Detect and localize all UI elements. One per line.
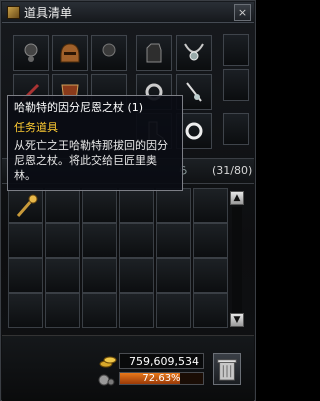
helmet-icon: [60, 43, 80, 63]
equip-slot-necklace[interactable]: [176, 35, 212, 71]
equip-slot-helmet[interactable]: [52, 35, 88, 71]
inventory-slot[interactable]: [193, 223, 228, 258]
inventory-slot[interactable]: [8, 223, 43, 258]
trash-button[interactable]: [213, 353, 241, 385]
inventory-slot[interactable]: [193, 188, 228, 223]
side-slot-3[interactable]: [223, 113, 249, 145]
inventory-slot[interactable]: [45, 188, 80, 223]
inventory-grid: [8, 188, 228, 328]
inventory-slot[interactable]: [119, 188, 154, 223]
equip-slot-earring[interactable]: [13, 35, 49, 71]
item-tooltip: 哈勒特的因分尼恩之杖 (1) 任务道具 从死亡之王哈勒特那拔回的因分尼恩之杖。将…: [7, 95, 183, 191]
inventory-slot[interactable]: [156, 223, 191, 258]
inventory-slot[interactable]: [82, 258, 117, 293]
inventory-slot[interactable]: [156, 293, 191, 328]
inventory-slot[interactable]: [8, 258, 43, 293]
inventory-slot[interactable]: [119, 223, 154, 258]
inventory-slot[interactable]: [119, 293, 154, 328]
necklace-icon: [184, 43, 204, 61]
staff-icon: [16, 194, 38, 217]
inventory-slot[interactable]: [193, 293, 228, 328]
adena-display: 759,609,534: [119, 353, 204, 369]
inventory-slot[interactable]: [45, 293, 80, 328]
equip-slot-earring-2[interactable]: [91, 35, 127, 71]
earring-icon: [24, 43, 38, 62]
inventory-slot[interactable]: [82, 188, 117, 223]
adena-value: 759,609,534: [129, 355, 199, 368]
tooltip-description: 从死亡之王哈勒特那拔回的因分尼恩之杖。将此交给巨匠里奥林。: [14, 139, 168, 182]
side-slot-1[interactable]: [223, 34, 249, 66]
scrollbar-track[interactable]: [232, 207, 242, 313]
title-bar[interactable]: 道具清单 ×: [2, 2, 254, 23]
inventory-slot[interactable]: [156, 188, 191, 223]
inventory-slot[interactable]: [156, 258, 191, 293]
inventory-count: (31/80): [212, 164, 253, 177]
scroll-down-button[interactable]: ▼: [230, 313, 244, 327]
tooltip-item-name: 哈勒特的因分尼恩之杖 (1): [14, 101, 144, 114]
inventory-icon: [7, 6, 20, 19]
trash-icon: [217, 359, 237, 381]
gloves-icon: [146, 43, 162, 63]
inventory-slot[interactable]: [82, 293, 117, 328]
inventory-slot[interactable]: [8, 188, 43, 223]
inventory-window: 道具清单 × ら (31/80) ▲ ▼ 759,609,534 72.63% …: [0, 0, 256, 401]
equip-slot-gloves[interactable]: [136, 35, 172, 71]
side-slot-2[interactable]: [223, 69, 249, 101]
weight-bar: 72.63%: [119, 372, 204, 385]
inventory-slot[interactable]: [119, 258, 154, 293]
inventory-slot[interactable]: [8, 293, 43, 328]
inventory-slot[interactable]: [45, 258, 80, 293]
tooltip-item-type: 任务道具: [14, 121, 58, 134]
window-title: 道具清单: [24, 6, 73, 20]
inventory-slot[interactable]: [193, 258, 228, 293]
chain-icon: [186, 82, 202, 102]
earring-icon-2: [102, 43, 116, 57]
adena-coin-icon: [99, 356, 117, 368]
scroll-up-button[interactable]: ▲: [230, 191, 244, 205]
inventory-slot[interactable]: [82, 223, 117, 258]
inventory-slot[interactable]: [45, 223, 80, 258]
ring-icon-2: [185, 122, 203, 140]
weight-value: 72.63%: [142, 373, 181, 384]
close-button[interactable]: ×: [234, 4, 251, 21]
weight-icon: [98, 374, 115, 386]
